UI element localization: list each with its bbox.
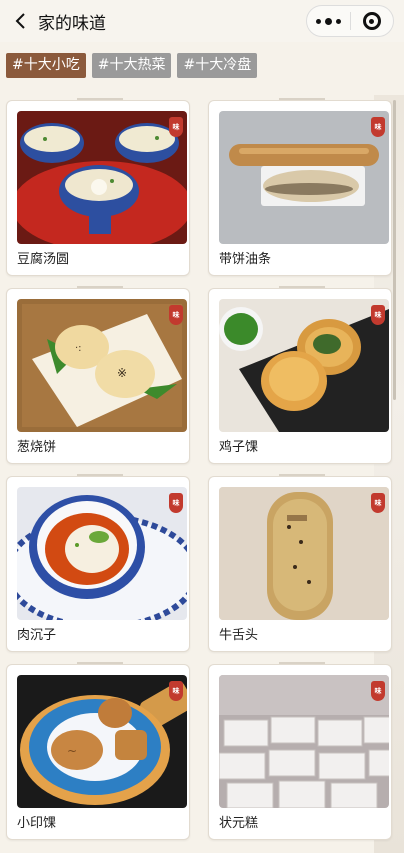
food-name: 鸡子馃 [219,440,259,455]
food-card[interactable]: ·: ※ 味 葱烧饼 [6,286,190,464]
food-card[interactable]: ~ 味 小印馃 [6,662,190,840]
back-button[interactable] [4,0,36,42]
food-name: 小印馃 [17,816,57,831]
food-name: 牛舌头 [219,628,259,643]
close-button[interactable] [351,12,394,30]
tag-hot-dishes[interactable]: #十大热菜 [91,53,172,78]
food-photo: 味 [219,299,389,432]
target-close-icon [362,12,381,30]
food-card[interactable]: 味 豆腐汤圆 [6,98,190,276]
svg-text:~: ~ [67,744,77,758]
food-name: 带饼油条 [219,252,272,267]
more-button[interactable] [307,17,350,25]
mini-program-capsule [306,5,394,37]
svg-text:·:: ·: [75,343,82,354]
food-photo: 味 [17,487,187,620]
food-name: 状元糕 [219,816,259,831]
brand-seal-icon: 味 [371,305,385,325]
svg-text:※: ※ [117,366,127,380]
food-photo: 味 [219,487,389,620]
brand-seal-icon: 味 [371,681,385,701]
food-photo: 味 [17,111,187,244]
more-dots-icon-right [335,18,341,24]
nav-bar: 家的味道 [0,0,404,42]
food-card[interactable]: 味 鸡子馃 [208,286,392,464]
brand-seal-icon: 味 [169,493,183,513]
food-photo: ~ 味 [17,675,187,808]
brand-seal-icon: 味 [371,117,385,137]
more-dots-icon [315,18,321,24]
tag-cold-dishes[interactable]: #十大冷盘 [177,53,258,78]
brand-seal-icon: 味 [169,681,183,701]
chevron-left-icon [15,13,25,29]
page-title: 家的味道 [38,13,106,34]
more-dots-icon-center [324,17,332,25]
food-name: 葱烧饼 [17,440,57,455]
food-name: 肉沉子 [17,628,57,643]
food-card[interactable]: 味 肉沉子 [6,474,190,652]
food-card[interactable]: 味 牛舌头 [208,474,392,652]
brand-seal-icon: 味 [169,117,183,137]
scrollbar[interactable] [393,100,396,400]
food-photo: 味 [219,111,389,244]
brand-seal-icon: 味 [371,493,385,513]
food-card[interactable]: 味 状元糕 [208,662,392,840]
food-card[interactable]: 味 带饼油条 [208,98,392,276]
tag-snacks[interactable]: #十大小吃 [6,53,86,78]
food-name: 豆腐汤圆 [17,252,70,267]
food-photo: ·: ※ 味 [17,299,187,432]
brand-seal-icon: 味 [169,305,183,325]
category-tags: #十大小吃 #十大热菜 #十大冷盘 [6,53,258,78]
food-photo: 味 [219,675,389,808]
